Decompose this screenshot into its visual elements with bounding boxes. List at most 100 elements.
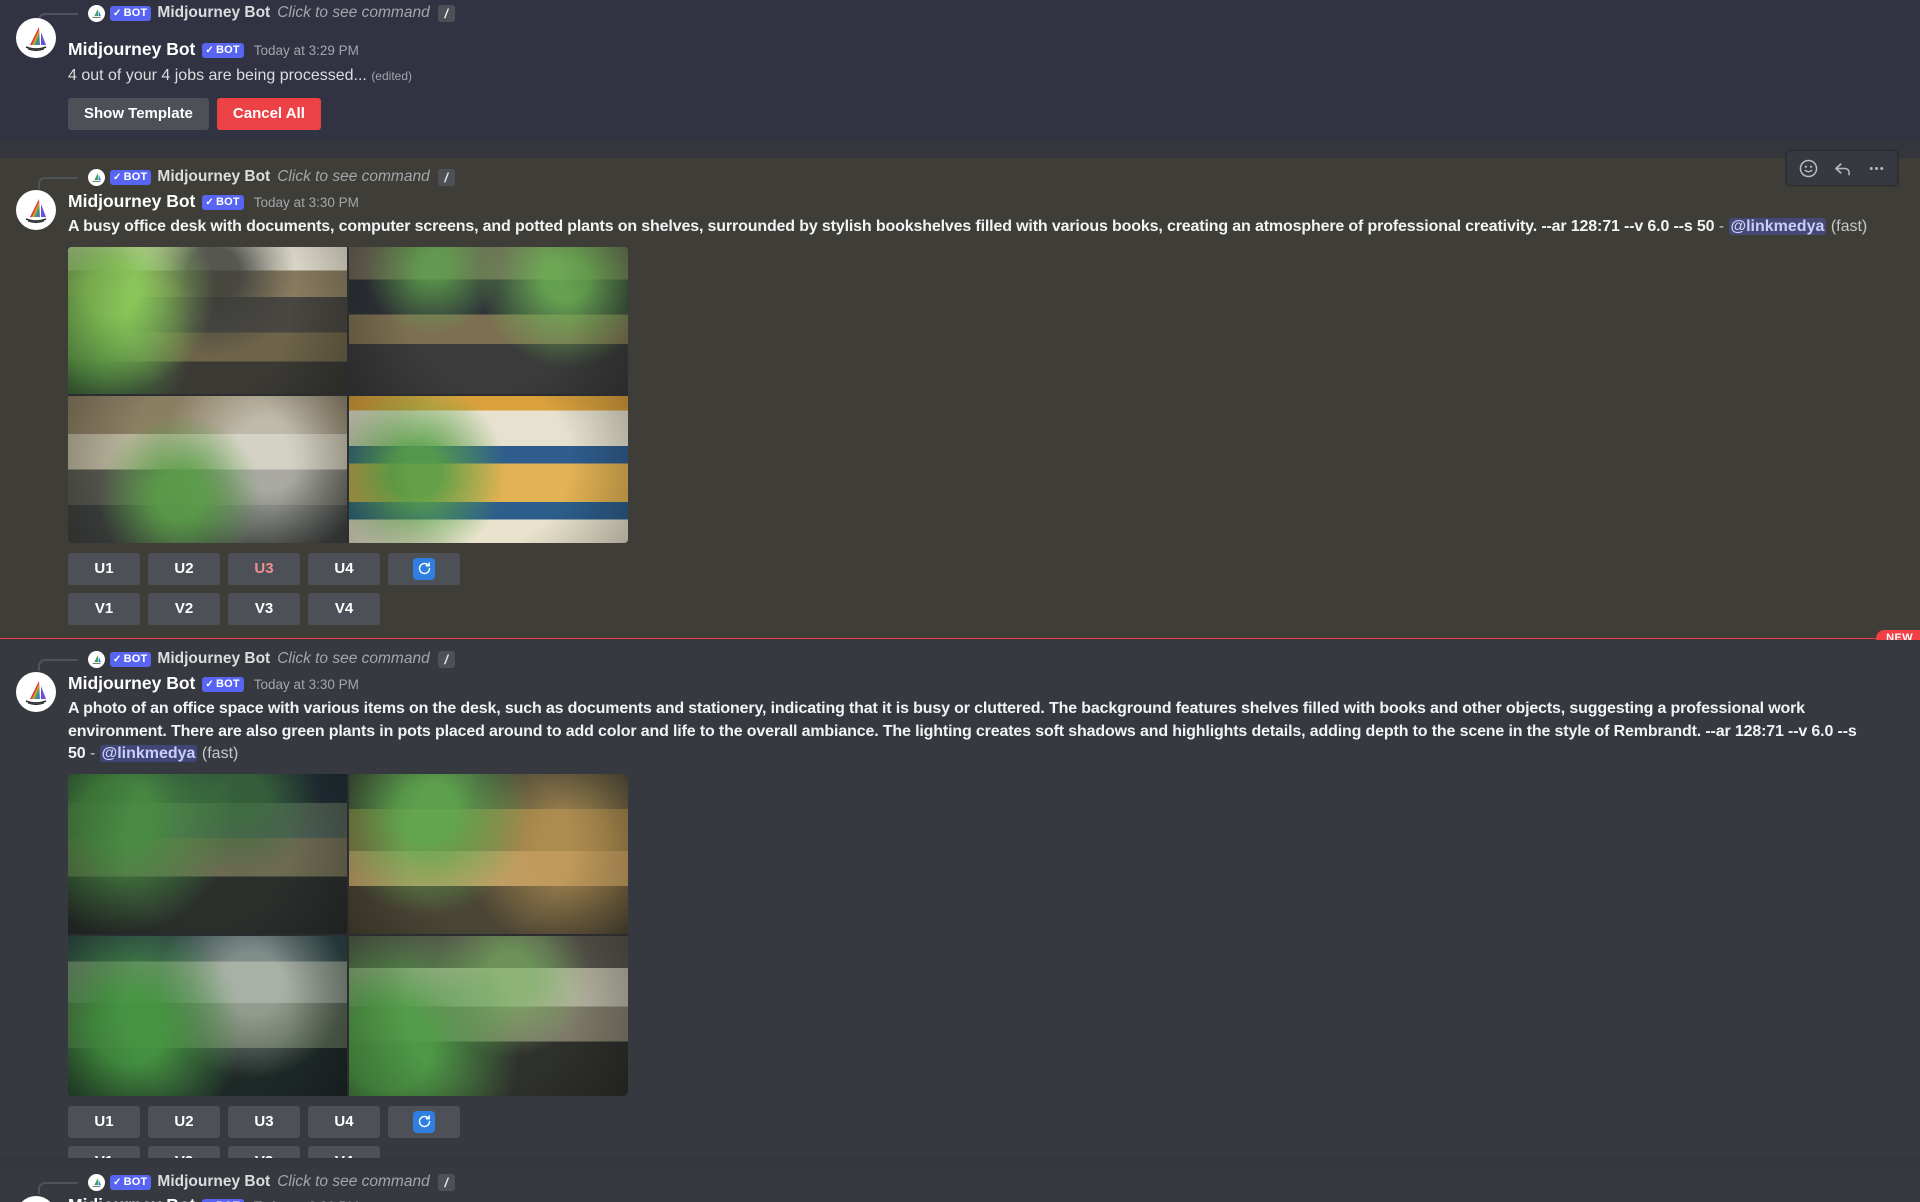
message-gap-strip bbox=[0, 140, 1920, 158]
message-job-1: ✓ BOT Midjourney Bot Click to see comman… bbox=[0, 150, 1920, 638]
reply-reference-header[interactable]: ✓ BOT Midjourney Bot Click to see comman… bbox=[0, 642, 1920, 671]
cancel-all-button[interactable]: Cancel All bbox=[216, 97, 321, 130]
bot-badge: ✓ BOT bbox=[202, 43, 244, 58]
grid-image-1[interactable] bbox=[68, 246, 347, 394]
reply-reference-header[interactable]: ✓ BOT Midjourney Bot Click to see comman… bbox=[0, 160, 1920, 189]
grid-image-3[interactable] bbox=[68, 395, 347, 543]
slash-command-icon[interactable]: / bbox=[437, 1173, 455, 1191]
bot-badge-label: BOT bbox=[123, 1175, 148, 1188]
upscale-u1-button[interactable]: U1 bbox=[68, 1105, 140, 1138]
upscale-button-row: U1 U2 U3 U4 bbox=[68, 552, 1900, 585]
reroll-icon bbox=[413, 557, 435, 580]
reply-command-hint[interactable]: Click to see command bbox=[277, 4, 429, 22]
reply-command-hint[interactable]: Click to see command bbox=[277, 168, 429, 186]
verified-check-icon: ✓ bbox=[113, 1176, 122, 1188]
message-job-2: ✓ BOT Midjourney Bot Click to see comman… bbox=[0, 640, 1920, 1178]
prompt-container: A photo of an office space with various … bbox=[68, 698, 1858, 766]
message-text-container: 4 out of your 4 jobs are being processed… bbox=[68, 65, 1900, 88]
edited-marker: (edited) bbox=[371, 69, 412, 83]
upscale-u3-button[interactable]: U3 bbox=[228, 552, 300, 585]
message-gap-strip bbox=[0, 1158, 1920, 1168]
midjourney-avatar-small-icon bbox=[88, 4, 105, 22]
upscale-button-row: U1 U2 U3 U4 bbox=[68, 1105, 1900, 1138]
reply-reference-header[interactable]: ✓ BOT Midjourney Bot Click to see comman… bbox=[0, 1170, 1920, 1194]
user-mention[interactable]: @linkmedya bbox=[1728, 218, 1827, 235]
new-messages-divider: NEW bbox=[0, 630, 1920, 647]
speed-mode-label: (fast) bbox=[1830, 218, 1868, 235]
grid-image-2[interactable] bbox=[349, 246, 628, 394]
avatar[interactable] bbox=[16, 190, 56, 230]
reply-command-hint[interactable]: Click to see command bbox=[277, 1173, 429, 1191]
slash-command-icon[interactable]: / bbox=[437, 4, 455, 22]
reroll-button[interactable] bbox=[388, 1105, 460, 1138]
verified-check-icon: ✓ bbox=[113, 653, 122, 665]
variation-v2-button[interactable]: V2 bbox=[148, 592, 220, 625]
author-name[interactable]: Midjourney Bot bbox=[68, 190, 195, 212]
variation-v3-button[interactable]: V3 bbox=[228, 592, 300, 625]
author-name[interactable]: Midjourney Bot bbox=[68, 1194, 195, 1202]
reply-command-hint[interactable]: Click to see command bbox=[277, 650, 429, 668]
reply-author-name: Midjourney Bot bbox=[157, 4, 271, 21]
midjourney-avatar-small-icon bbox=[88, 650, 105, 668]
upscale-u1-button[interactable]: U1 bbox=[68, 552, 140, 585]
image-grid[interactable] bbox=[68, 246, 628, 543]
bot-badge-label: BOT bbox=[123, 6, 148, 19]
verified-check-icon: ✓ bbox=[113, 171, 122, 183]
grid-image-2[interactable] bbox=[349, 773, 628, 934]
bot-badge: ✓ BOT bbox=[202, 195, 244, 210]
bot-badge-label: BOT bbox=[215, 44, 240, 56]
slash-command-icon[interactable]: / bbox=[437, 650, 455, 668]
author-name[interactable]: Midjourney Bot bbox=[68, 672, 195, 694]
variation-v4-button[interactable]: V4 bbox=[308, 592, 380, 625]
verified-check-icon: ✓ bbox=[205, 679, 214, 690]
bot-badge: ✓ BOT bbox=[110, 5, 152, 21]
prompt-text: A busy office desk with documents, compu… bbox=[68, 218, 1715, 235]
message-timestamp: Today at 3:30 PM bbox=[253, 677, 359, 692]
reply-spine-icon bbox=[38, 1182, 78, 1194]
grid-image-1[interactable] bbox=[68, 773, 347, 934]
prompt-dash: - bbox=[89, 745, 96, 762]
reroll-button[interactable] bbox=[388, 552, 460, 585]
slash-command-icon[interactable]: / bbox=[437, 168, 455, 186]
reply-spine-icon bbox=[38, 177, 78, 189]
bot-badge-label: BOT bbox=[215, 678, 240, 690]
bot-badge-label: BOT bbox=[123, 170, 148, 183]
upscale-u3-button[interactable]: U3 bbox=[228, 1105, 300, 1138]
speed-mode-label: (fast) bbox=[201, 745, 239, 762]
avatar[interactable] bbox=[16, 18, 56, 58]
avatar[interactable] bbox=[16, 672, 56, 712]
bot-badge: ✓ BOT bbox=[202, 677, 244, 692]
verified-check-icon: ✓ bbox=[205, 45, 214, 56]
bot-badge-label: BOT bbox=[215, 196, 240, 208]
author-line: Midjourney Bot ✓ BOT Today at 3:30 PM bbox=[68, 190, 1900, 214]
ephemeral-button-row: Show Template Cancel All bbox=[68, 97, 1900, 130]
reply-author-name: Midjourney Bot bbox=[157, 650, 271, 667]
message-timestamp: Today at 3:29 PM bbox=[253, 43, 359, 58]
upscale-u4-button[interactable]: U4 bbox=[308, 1105, 380, 1138]
upscale-u2-button[interactable]: U2 bbox=[148, 552, 220, 585]
prompt-dash: - bbox=[1718, 218, 1725, 235]
reply-spine-icon bbox=[38, 659, 78, 671]
show-template-button[interactable]: Show Template bbox=[68, 97, 209, 130]
bot-badge: ✓ BOT bbox=[110, 651, 152, 667]
upscale-u4-button[interactable]: U4 bbox=[308, 552, 380, 585]
grid-image-3[interactable] bbox=[68, 935, 347, 1096]
reroll-icon bbox=[413, 1110, 435, 1133]
reply-reference-header[interactable]: ✓ BOT Midjourney Bot Click to see comman… bbox=[0, 2, 1920, 25]
image-grid[interactable] bbox=[68, 773, 628, 1096]
grid-image-4[interactable] bbox=[349, 935, 628, 1096]
reply-author-name: Midjourney Bot bbox=[157, 168, 271, 185]
bot-badge: ✓ BOT bbox=[110, 169, 152, 185]
upscale-u2-button[interactable]: U2 bbox=[148, 1105, 220, 1138]
message-job-3-partial: ✓ BOT Midjourney Bot Click to see comman… bbox=[0, 1168, 1920, 1202]
author-line: Midjourney Bot ✓ BOT Today at 3:30 PM bbox=[68, 672, 1900, 696]
author-name[interactable]: Midjourney Bot bbox=[68, 38, 195, 60]
bot-badge-label: BOT bbox=[123, 652, 148, 665]
midjourney-avatar-small-icon bbox=[88, 168, 105, 186]
message-ephemeral-jobs: ✓ BOT Midjourney Bot Click to see comman… bbox=[0, 0, 1920, 158]
bot-badge: ✓ BOT bbox=[110, 1174, 152, 1190]
grid-image-4[interactable] bbox=[349, 395, 628, 543]
user-mention[interactable]: @linkmedya bbox=[99, 745, 198, 762]
variation-v1-button[interactable]: V1 bbox=[68, 592, 140, 625]
reply-author-name: Midjourney Bot bbox=[157, 1173, 271, 1190]
